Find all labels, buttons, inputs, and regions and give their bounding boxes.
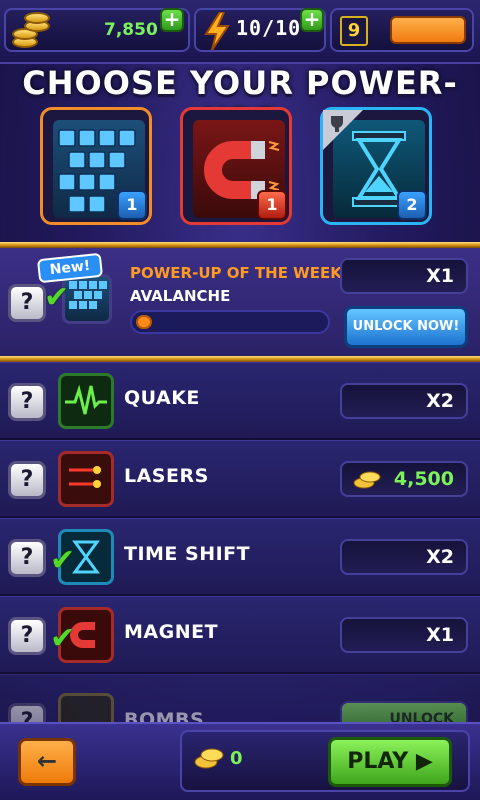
powerup-count: X2: [340, 383, 468, 419]
price-value: 4,500: [393, 468, 454, 490]
unlock-progress-bar: [130, 310, 330, 334]
progress-fill: [136, 315, 152, 329]
powerup-name: MAGNET: [124, 621, 219, 643]
list-item-quake[interactable]: ? QUAKE X2: [0, 362, 480, 440]
powerup-count: X2: [340, 539, 468, 575]
list-item-time-shift[interactable]: ? ✔ TIME SHIFT X2: [0, 518, 480, 596]
back-button[interactable]: ←: [18, 738, 76, 786]
help-button[interactable]: ?: [8, 284, 46, 322]
energy-panel: 10/10 +: [194, 8, 326, 52]
play-button[interactable]: PLAY ▶: [328, 737, 452, 787]
quantity-badge: 1: [257, 190, 287, 220]
quake-icon: [58, 373, 114, 429]
check-icon: ✔: [50, 543, 76, 578]
lasers-icon: [58, 451, 114, 507]
list-item-lasers[interactable]: ? LASERS 4,500: [0, 440, 480, 518]
selected-powerup-time-shift[interactable]: 2: [320, 107, 432, 225]
coin-stack-icon: [8, 10, 54, 54]
help-button[interactable]: ?: [8, 617, 46, 655]
add-coins-button[interactable]: +: [160, 8, 184, 32]
gems-button[interactable]: [390, 16, 466, 44]
powerup-price: 4,500: [340, 461, 468, 497]
selected-powerup-magnet[interactable]: 1: [180, 107, 292, 225]
selected-powerup-avalanche[interactable]: 1: [40, 107, 152, 225]
power-week-title: POWER-UP OF THE WEEK: [130, 264, 342, 282]
powerup-name: LASERS: [124, 465, 209, 487]
help-button[interactable]: ?: [8, 539, 46, 577]
powerup-name: TIME SHIFT: [124, 543, 251, 565]
quantity-badge: 1: [117, 190, 147, 220]
power-week-name: AVALANCHE: [130, 287, 231, 305]
help-button[interactable]: ?: [8, 383, 46, 421]
list-item-magnet[interactable]: ? ✔ MAGNET X1: [0, 596, 480, 674]
add-energy-button[interactable]: +: [300, 8, 324, 32]
gems-panel: 9: [330, 8, 474, 52]
coin-count: 7,850: [104, 20, 158, 40]
powerup-count: X1: [340, 617, 468, 653]
top-bar: 7,850 + 10/10 + 9: [0, 0, 480, 64]
coin-stack-icon: [353, 471, 381, 489]
coin-stack-icon: [194, 748, 224, 769]
quantity-badge: 2: [397, 190, 427, 220]
unlock-now-button[interactable]: UNLOCK NOW!: [344, 306, 468, 348]
lightning-icon: [204, 12, 230, 50]
trophy-icon: [323, 110, 363, 150]
help-button[interactable]: ?: [8, 461, 46, 499]
powerup-name: QUAKE: [124, 387, 200, 409]
check-icon: ✔: [44, 280, 70, 315]
cost-total: 0: [230, 748, 243, 769]
energy-count: 10/10: [236, 16, 302, 40]
power-week-count: X1: [340, 258, 468, 294]
coins-panel: 7,850 +: [4, 8, 190, 52]
grid-blocks-icon: [62, 274, 112, 324]
check-icon: ✔: [50, 621, 76, 656]
gem-count: 9: [340, 16, 368, 46]
